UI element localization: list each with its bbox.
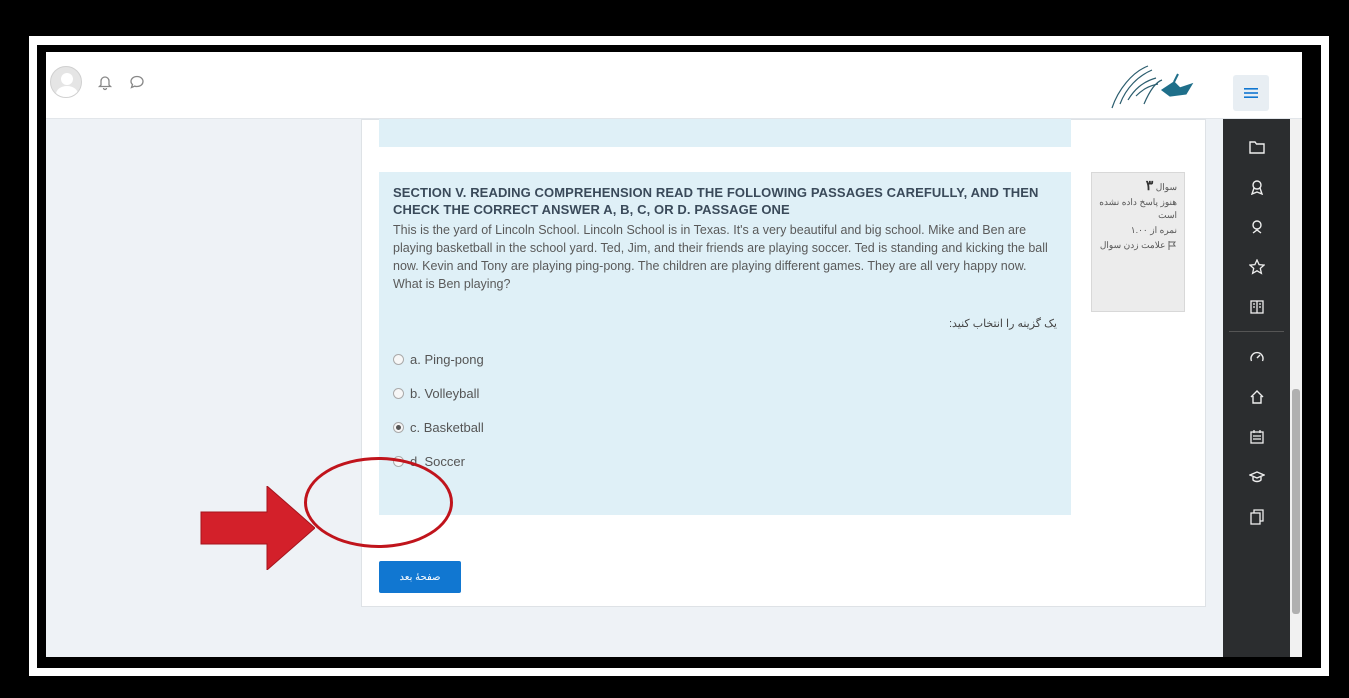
annotation-circle [304,457,453,548]
question-info-box: سوال ۳ هنوز پاسخ داده نشده است نمره از ۱… [1091,172,1185,312]
calendar-icon[interactable] [1223,423,1290,451]
home-icon[interactable] [1223,383,1290,411]
top-navbar [46,52,1302,119]
user-menu [46,62,146,102]
question-block: SECTION V. READING COMPREHENSION READ TH… [379,172,1071,515]
radio-button-selected[interactable] [393,421,404,433]
page-scrollbar[interactable] [1290,119,1302,657]
answer-option-b[interactable]: b. Volleyball [393,376,1057,410]
question-number: سوال ۳ [1145,177,1177,193]
answer-option-c[interactable]: c. Basketball [393,410,1057,444]
hamburger-icon[interactable] [1233,75,1269,111]
site-logo[interactable] [1092,60,1222,112]
chat-icon[interactable] [128,73,146,91]
award-icon[interactable] [1223,213,1290,241]
previous-question-block [379,119,1071,147]
scrollbar-thumb[interactable] [1292,389,1300,614]
annotation-arrow [200,486,315,570]
answer-option-a[interactable]: a. Ping-pong [393,342,1057,376]
folder-icon[interactable] [1223,133,1290,161]
question-text: This is the yard of Lincoln School. Linc… [393,223,1048,291]
badge-icon[interactable] [1223,173,1290,201]
bell-icon[interactable] [96,73,114,91]
answer-options: a. Ping-pong b. Volleyball c. Basketball… [393,342,1057,478]
answer-option-d[interactable]: d. Soccer [393,444,1057,478]
radio-button[interactable] [393,387,404,399]
right-sidebar-nav [1223,119,1290,657]
quiz-page-card: SECTION V. READING COMPREHENSION READ TH… [361,119,1206,607]
next-page-button[interactable]: صفحهٔ بعد [379,561,461,593]
option-label: b. Volleyball [410,385,480,401]
dashboard-icon[interactable] [1223,343,1290,371]
option-label: c. Basketball [410,419,484,435]
option-label: a. Ping-pong [410,351,484,367]
answer-prompt: یک گزینه را انتخاب کنید: [948,318,1057,330]
star-icon[interactable] [1223,253,1290,281]
book-icon[interactable] [1223,293,1290,321]
flag-question-link[interactable]: علامت زدن سوال [1099,239,1177,252]
sidebar-divider [1229,331,1284,332]
radio-button[interactable] [393,353,404,365]
question-mark: نمره از ۱.۰۰ [1130,225,1177,235]
graduation-icon[interactable] [1223,463,1290,491]
avatar[interactable] [50,66,82,98]
question-status: هنوز پاسخ داده نشده است [1099,197,1177,220]
question-title: SECTION V. READING COMPREHENSION READ TH… [393,185,1039,217]
files-icon[interactable] [1223,503,1290,531]
